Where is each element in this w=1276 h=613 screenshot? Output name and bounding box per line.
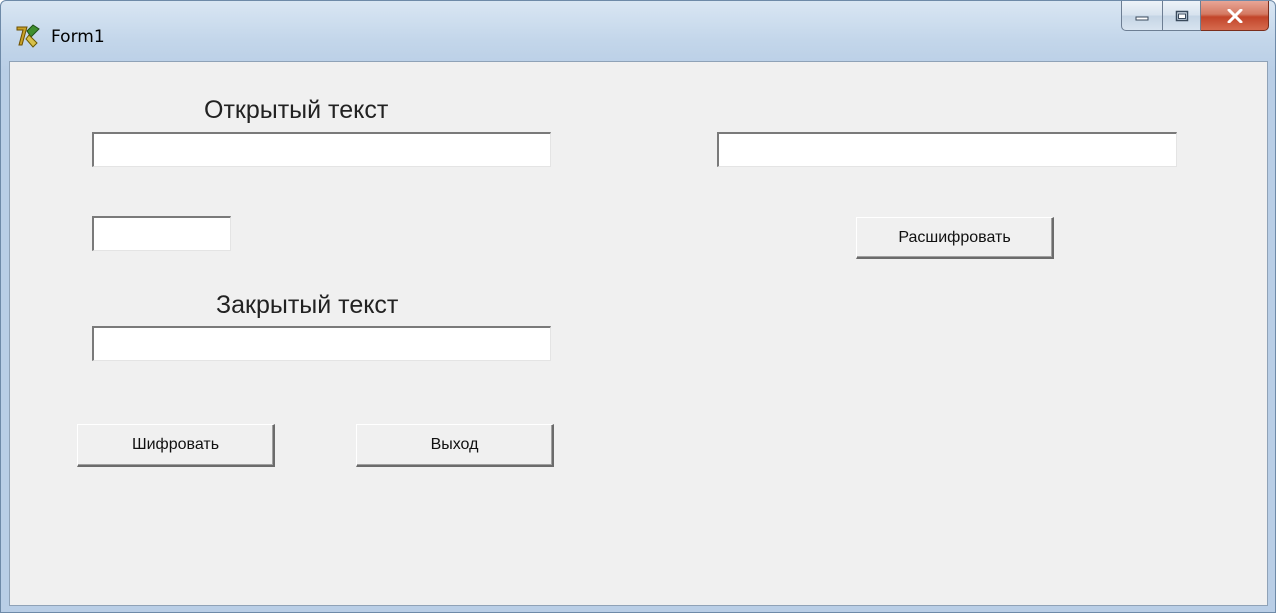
minimize-button[interactable] xyxy=(1121,1,1163,31)
title-bar[interactable]: Form1 xyxy=(1,1,1275,61)
maximize-button[interactable] xyxy=(1163,1,1201,31)
form-client-area: Открытый текст Расшифровать Закрытый тек… xyxy=(9,61,1268,606)
key-input[interactable] xyxy=(92,216,231,251)
delphi-app-icon xyxy=(16,24,40,48)
plain-text-input[interactable] xyxy=(92,132,551,167)
decrypt-button[interactable]: Расшифровать xyxy=(856,217,1054,259)
minimize-icon xyxy=(1135,16,1149,20)
app-window: Form1 Открытый текст Расшифровать Закрыт… xyxy=(0,0,1276,613)
caption-buttons xyxy=(1121,1,1269,31)
plain-text-label: Открытый текст xyxy=(204,96,389,124)
close-icon xyxy=(1227,8,1242,23)
window-title: Form1 xyxy=(51,27,105,47)
decrypted-text-input[interactable] xyxy=(717,132,1177,167)
maximize-icon xyxy=(1175,10,1188,21)
cipher-text-label: Закрытый текст xyxy=(216,291,399,319)
close-button[interactable] xyxy=(1201,1,1269,31)
cipher-text-input[interactable] xyxy=(92,326,551,361)
encrypt-button[interactable]: Шифровать xyxy=(77,424,275,467)
exit-button[interactable]: Выход xyxy=(356,424,554,467)
